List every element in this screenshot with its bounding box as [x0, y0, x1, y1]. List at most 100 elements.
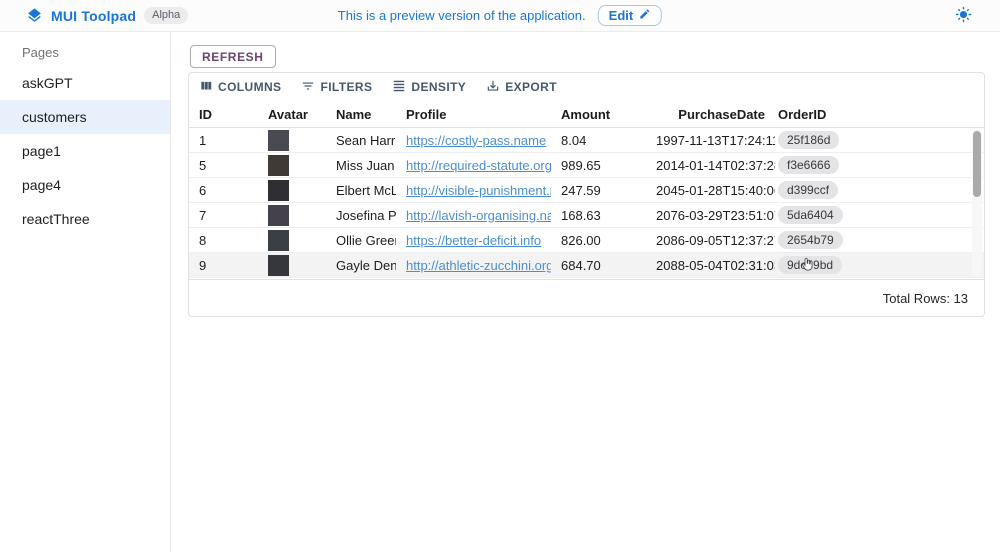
filters-button-label: FILTERS	[320, 80, 372, 94]
layers-icon	[26, 7, 43, 24]
cell-purchase-date: 2088-05-04T02:31:03.294Z	[646, 258, 775, 273]
pencil-icon	[639, 8, 651, 23]
cell-name: Miss Juan …	[326, 158, 396, 173]
cell-avatar	[258, 130, 326, 151]
avatar-image	[268, 180, 289, 201]
profile-link[interactable]: http://visible-punishment.net	[406, 183, 551, 198]
sidebar-item-label: page1	[22, 143, 61, 159]
column-header-amount[interactable]: Amount	[551, 107, 646, 122]
cell-amount: 989.65	[551, 158, 646, 173]
filter-list-icon	[301, 79, 315, 96]
cell-id: 8	[189, 233, 258, 248]
cell-amount: 168.63	[551, 208, 646, 223]
order-id-chip[interactable]: 9dc59bd	[778, 256, 842, 274]
order-id-chip[interactable]: f3e6666	[778, 156, 839, 174]
export-button[interactable]: EXPORT	[486, 79, 557, 96]
cell-profile: http://visible-punishment.net	[396, 183, 551, 198]
sidebar-item-askGPT[interactable]: askGPT	[0, 66, 170, 100]
profile-link[interactable]: https://better-deficit.info	[406, 233, 541, 248]
refresh-button[interactable]: REFRESH	[190, 45, 276, 68]
order-id-chip[interactable]: 5da6404	[778, 206, 843, 224]
sidebar-item-page1[interactable]: page1	[0, 134, 170, 168]
density-button[interactable]: DENSITY	[392, 79, 466, 96]
table-row[interactable]: 7 Josefina P… http://lavish-organising.n…	[189, 203, 984, 228]
cell-profile: https://costly-pass.name	[396, 133, 551, 148]
cell-name: Gayle Den…	[326, 258, 396, 273]
data-grid: COLUMNS FILTERS	[188, 72, 985, 317]
sidebar-item-customers[interactable]: customers	[0, 100, 170, 134]
main-content: REFRESH COLUMNS	[171, 32, 1000, 552]
cell-id: 1	[189, 133, 258, 148]
theme-toggle-button[interactable]	[955, 6, 972, 26]
scrollbar-thumb[interactable]	[973, 131, 981, 197]
cell-order-id: 5da6404	[775, 206, 984, 224]
cell-id: 7	[189, 208, 258, 223]
profile-link[interactable]: http://athletic-zucchini.org	[406, 258, 551, 273]
cell-amount: 247.59	[551, 183, 646, 198]
filters-button[interactable]: FILTERS	[301, 79, 372, 96]
avatar-image	[268, 155, 289, 176]
columns-button[interactable]: COLUMNS	[199, 79, 281, 96]
edit-button-label: Edit	[609, 8, 634, 23]
order-id-chip[interactable]: 2654b79	[778, 231, 843, 249]
cell-id: 9	[189, 258, 258, 273]
table-row[interactable]: 6 Elbert McL… http://visible-punishment.…	[189, 178, 984, 203]
cell-amount: 8.04	[551, 133, 646, 148]
table-row[interactable]: 5 Miss Juan … http://required-statute.or…	[189, 153, 984, 178]
avatar-image	[268, 255, 289, 276]
avatar-image	[268, 205, 289, 226]
column-header-id[interactable]: ID	[189, 107, 258, 122]
cell-order-id: 9dc59bd	[775, 256, 984, 274]
order-id-chip[interactable]: d399ccf	[778, 181, 838, 199]
cell-avatar	[258, 205, 326, 226]
app-title: MUI Toolpad	[51, 8, 136, 24]
cell-order-id: d399ccf	[775, 181, 984, 199]
alpha-badge: Alpha	[144, 7, 188, 24]
sidebar-item-page4[interactable]: page4	[0, 168, 170, 202]
cell-amount: 684.70	[551, 258, 646, 273]
download-icon	[486, 79, 500, 96]
vertical-scrollbar[interactable]	[972, 130, 982, 276]
avatar-image	[268, 230, 289, 251]
cell-name: Sean Harris	[326, 133, 396, 148]
column-header-avatar[interactable]: Avatar	[258, 107, 326, 122]
column-header-name[interactable]: Name	[326, 107, 396, 122]
sidebar-item-label: page4	[22, 177, 61, 193]
cell-profile: https://better-deficit.info	[396, 233, 551, 248]
table-row[interactable]: 9 Gayle Den… http://athletic-zucchini.or…	[189, 253, 984, 278]
cell-profile: http://athletic-zucchini.org	[396, 258, 551, 273]
edit-button[interactable]: Edit	[598, 5, 663, 26]
column-header-orderid[interactable]: OrderID	[775, 107, 984, 122]
data-grid-toolbar: COLUMNS FILTERS	[189, 73, 984, 101]
columns-button-label: COLUMNS	[218, 80, 281, 94]
cell-id: 6	[189, 183, 258, 198]
avatar-image	[268, 130, 289, 151]
table-row[interactable]: 1 Sean Harris https://costly-pass.name 8…	[189, 128, 984, 153]
app-bar-actions	[955, 6, 1000, 26]
app-window: MUI Toolpad Alpha This is a preview vers…	[0, 0, 1000, 552]
data-grid-rows: 1 Sean Harris https://costly-pass.name 8…	[189, 128, 984, 278]
data-grid-footer: Total Rows: 13	[189, 279, 984, 316]
sidebar-item-reactThree[interactable]: reactThree	[0, 202, 170, 236]
preview-notice: This is a preview version of the applica…	[338, 8, 586, 23]
cell-avatar	[258, 180, 326, 201]
preview-banner: This is a preview version of the applica…	[338, 5, 662, 26]
density-button-label: DENSITY	[411, 80, 466, 94]
cell-name: Josefina P…	[326, 208, 396, 223]
view-column-icon	[199, 79, 213, 96]
column-header-profile[interactable]: Profile	[396, 107, 551, 122]
sun-icon	[955, 6, 972, 26]
profile-link[interactable]: https://costly-pass.name	[406, 133, 546, 148]
sidebar-item-label: reactThree	[22, 211, 90, 227]
profile-link[interactable]: http://required-statute.org	[406, 158, 551, 173]
export-button-label: EXPORT	[505, 80, 557, 94]
cell-amount: 826.00	[551, 233, 646, 248]
cell-purchase-date: 2086-09-05T12:37:27.015Z	[646, 233, 775, 248]
sidebar-section-label: Pages	[0, 32, 170, 66]
profile-link[interactable]: http://lavish-organising.name	[406, 208, 551, 223]
table-row[interactable]: 8 Ollie Green… https://better-deficit.in…	[189, 228, 984, 253]
column-header-purchasedate[interactable]: PurchaseDate	[646, 107, 775, 122]
cell-purchase-date: 2014-01-14T02:37:28.536Z	[646, 158, 775, 173]
cell-name: Ollie Green…	[326, 233, 396, 248]
order-id-chip[interactable]: 25f186d	[778, 131, 839, 149]
